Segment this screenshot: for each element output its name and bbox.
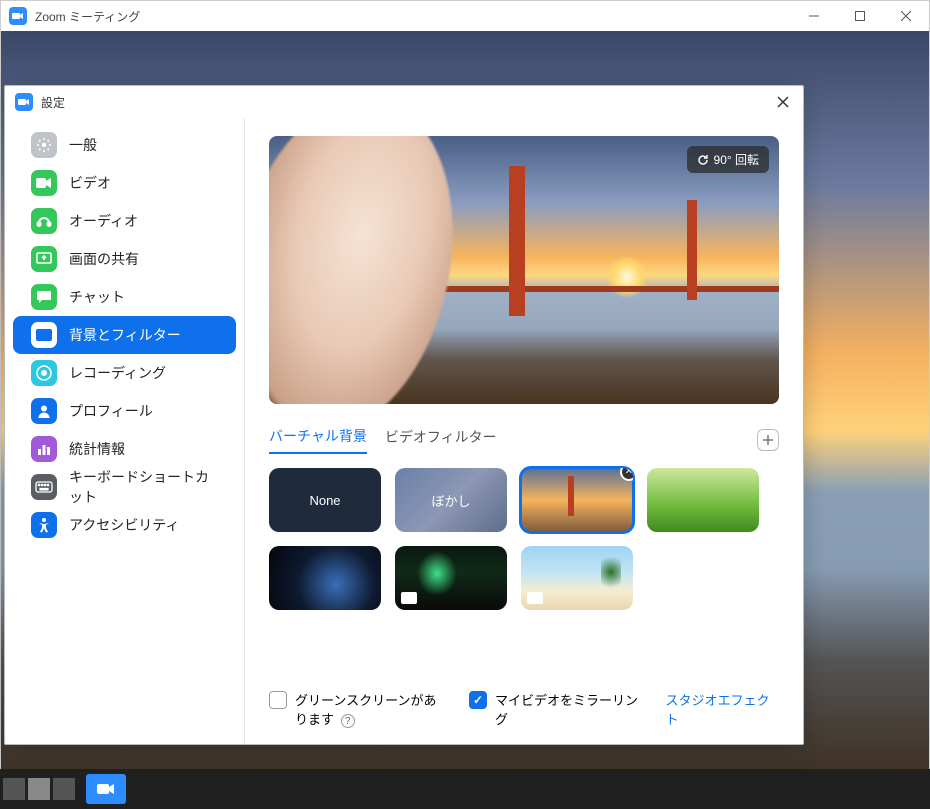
help-icon[interactable]: ? <box>341 714 355 728</box>
sidebar-item-stats[interactable]: 統計情報 <box>13 430 236 468</box>
sidebar-item-label: 一般 <box>69 135 97 155</box>
stats-icon <box>31 436 57 462</box>
window-controls <box>791 1 929 31</box>
background-thumb-beach[interactable] <box>521 546 633 610</box>
sidebar-item-record[interactable]: レコーディング <box>13 354 236 392</box>
sidebar-item-label: オーディオ <box>69 211 138 231</box>
sidebar-item-audio[interactable]: オーディオ <box>13 202 236 240</box>
background-thumb-earth[interactable] <box>269 546 381 610</box>
settings-pane: 90° 回転 バーチャル背景ビデオフィルター Noneぼかし ✕ グリーンスクリー… <box>245 118 803 744</box>
minimize-button[interactable] <box>791 1 837 31</box>
sidebar-item-chat[interactable]: チャット <box>13 278 236 316</box>
video-icon <box>31 170 57 196</box>
background-thumb-none[interactable]: None <box>269 468 381 532</box>
video-badge-icon <box>527 592 543 604</box>
maximize-button[interactable] <box>837 1 883 31</box>
sidebar-item-screen[interactable]: 画面の共有 <box>13 240 236 278</box>
green-screen-checkbox[interactable]: グリーンスクリーンがあります ? <box>269 690 449 729</box>
taskbar-item[interactable] <box>28 778 50 800</box>
settings-titlebar: 設定 <box>5 86 803 118</box>
sidebar-item-label: キーボードショートカット <box>69 467 218 507</box>
close-icon[interactable] <box>773 92 793 112</box>
tab-virtual-background[interactable]: バーチャル背景 <box>269 426 367 454</box>
main-window-title: Zoom ミーティング <box>35 8 140 25</box>
settings-window: 設定 一般ビデオオーディオ画面の共有チャット背景とフィルターレコーディングプロフ… <box>4 85 804 745</box>
mirror-label: マイビデオをミラーリング <box>495 690 646 728</box>
video-preview: 90° 回転 <box>269 136 779 404</box>
sidebar-item-label: ビデオ <box>69 173 111 193</box>
audio-icon <box>31 208 57 234</box>
taskbar-item[interactable] <box>53 778 75 800</box>
sidebar-item-keyboard[interactable]: キーボードショートカット <box>13 468 236 506</box>
sidebar-item-label: アクセシビリティ <box>69 515 179 535</box>
sidebar-item-label: 統計情報 <box>69 439 125 459</box>
background-thumb-grass[interactable] <box>647 468 759 532</box>
settings-title: 設定 <box>41 94 65 111</box>
zoom-app-icon <box>15 93 33 111</box>
sidebar-item-profile[interactable]: プロフィール <box>13 392 236 430</box>
sidebar-item-background[interactable]: 背景とフィルター <box>13 316 236 354</box>
background-thumb-bridge[interactable]: ✕ <box>521 468 633 532</box>
close-button[interactable] <box>883 1 929 31</box>
sidebar-item-label: チャット <box>69 287 125 307</box>
accessibility-icon <box>31 512 57 538</box>
taskbar-item[interactable] <box>3 778 25 800</box>
keyboard-icon <box>31 474 57 500</box>
taskbar-zoom-icon[interactable] <box>86 774 126 804</box>
chat-icon <box>31 284 57 310</box>
taskbar <box>0 769 930 809</box>
green-screen-label: グリーンスクリーンがあります <box>295 693 436 727</box>
add-background-button[interactable] <box>757 429 779 451</box>
screen-icon <box>31 246 57 272</box>
gear-icon <box>31 132 57 158</box>
rotate-button[interactable]: 90° 回転 <box>687 146 769 173</box>
background-thumbnails: Noneぼかし ✕ <box>269 468 779 610</box>
settings-sidebar: 一般ビデオオーディオ画面の共有チャット背景とフィルターレコーディングプロフィール… <box>5 118 245 744</box>
mirror-checkbox[interactable]: マイビデオをミラーリング <box>469 690 646 728</box>
video-badge-icon <box>401 592 417 604</box>
sidebar-item-accessibility[interactable]: アクセシビリティ <box>13 506 236 544</box>
tab-video-filter[interactable]: ビデオフィルター <box>385 427 497 453</box>
background-icon <box>31 322 57 348</box>
tab-bar: バーチャル背景ビデオフィルター <box>269 426 779 454</box>
remove-background-icon[interactable]: ✕ <box>620 468 633 481</box>
background-thumb-aurora[interactable] <box>395 546 507 610</box>
settings-footer: グリーンスクリーンがあります ? マイビデオをミラーリング スタジオエフェクト <box>269 670 779 729</box>
main-titlebar: Zoom ミーティング <box>1 1 929 31</box>
sidebar-item-label: プロフィール <box>69 401 153 421</box>
zoom-app-icon <box>9 7 27 25</box>
sidebar-item-gear[interactable]: 一般 <box>13 126 236 164</box>
background-thumb-blur[interactable]: ぼかし <box>395 468 507 532</box>
sidebar-item-label: 背景とフィルター <box>69 325 181 345</box>
sidebar-item-video[interactable]: ビデオ <box>13 164 236 202</box>
sidebar-item-label: レコーディング <box>69 363 166 383</box>
record-icon <box>31 360 57 386</box>
profile-icon <box>31 398 57 424</box>
studio-effects-link[interactable]: スタジオエフェクト <box>666 690 779 728</box>
sidebar-item-label: 画面の共有 <box>69 249 139 269</box>
rotate-label: 90° 回転 <box>714 151 759 168</box>
